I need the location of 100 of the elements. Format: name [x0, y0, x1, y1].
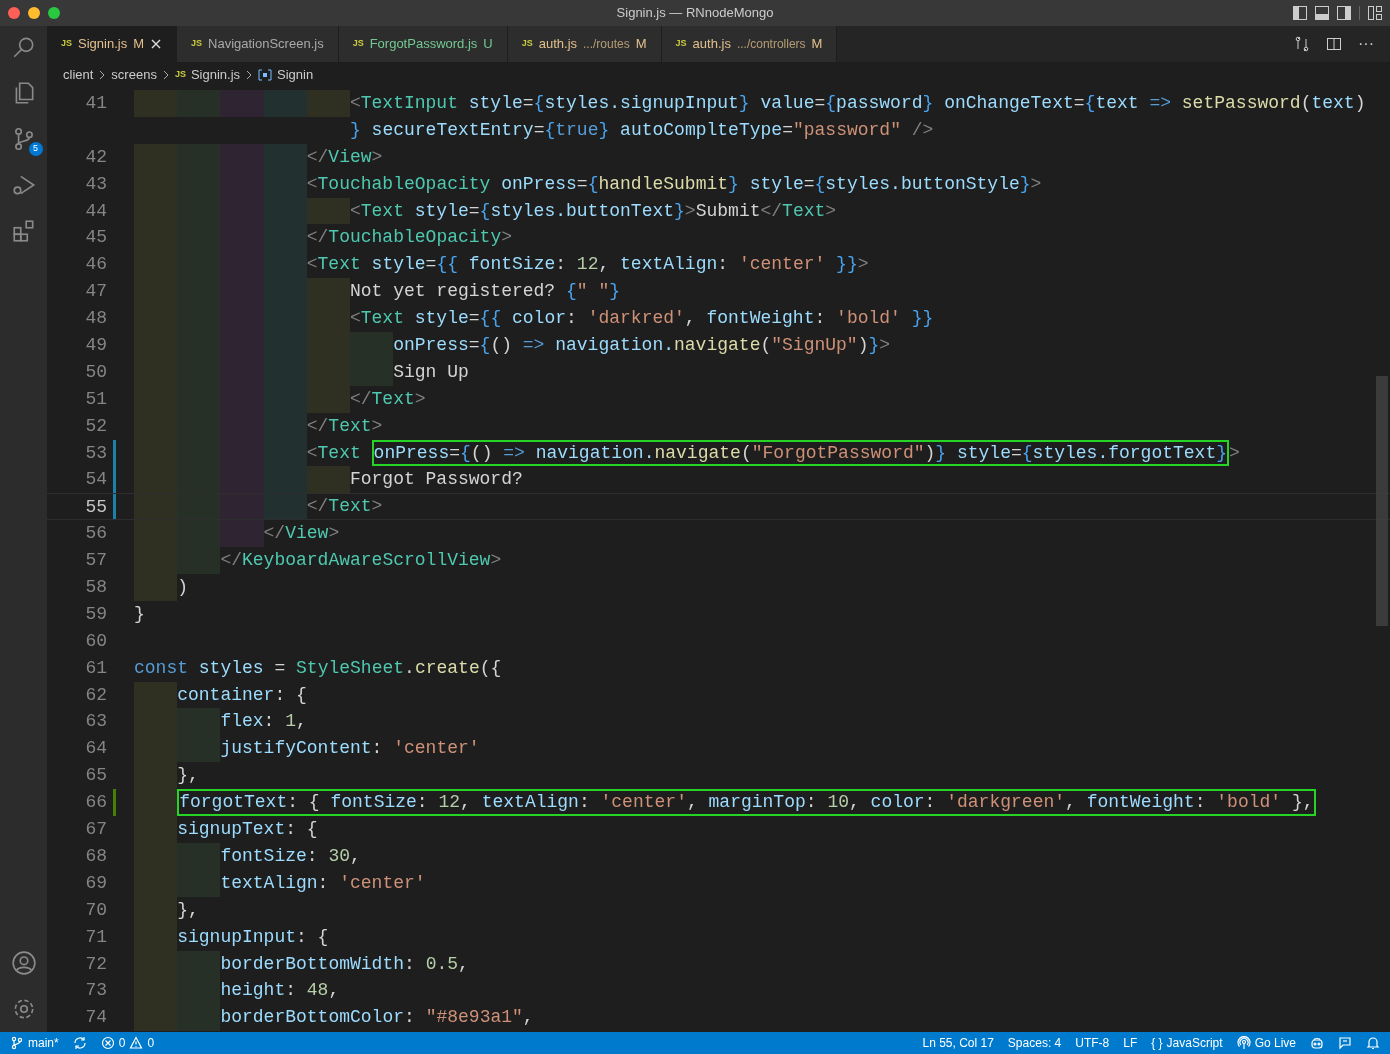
- code-text: Forgot Password?: [349, 468, 523, 492]
- code-text: container: {: [177, 683, 307, 707]
- error-count[interactable]: 0: [118, 1034, 126, 1052]
- code-text: ): [177, 576, 188, 600]
- code-text: } secureTextEntry={true} autoComplteType="password" />: [350, 118, 934, 142]
- code-text: <TouchableOpacity onPress={handleSubmit} style={styles.buttonStyle}>: [306, 172, 1042, 196]
- git-status-label: U: [483, 35, 493, 54]
- breadcrumb-item[interactable]: Signin.js: [190, 65, 241, 85]
- tab-path: .../routes: [583, 36, 630, 53]
- line-number: 41: [85, 93, 107, 113]
- toggle-sidebar-icon[interactable]: [1293, 6, 1307, 20]
- line-number: 45: [85, 227, 107, 248]
- minimize-window-button[interactable]: [28, 7, 40, 19]
- indentation-setting[interactable]: Spaces: 4: [1007, 1034, 1062, 1052]
- line-number: 60: [85, 630, 107, 651]
- close-icon[interactable]: [150, 38, 162, 50]
- git-status-label: M: [635, 35, 647, 54]
- js-file-icon: JS: [191, 37, 202, 51]
- editor-tab[interactable]: JS auth.js .../routes M: [507, 26, 662, 62]
- feedback-icon: [1338, 1036, 1352, 1050]
- breadcrumb-item[interactable]: client: [63, 65, 94, 85]
- more-actions-button[interactable]: ···: [1358, 32, 1374, 56]
- line-number: 55: [85, 497, 107, 518]
- code-text: Sign Up: [393, 360, 469, 384]
- breadcrumb-item[interactable]: Signin: [277, 65, 314, 85]
- editor-tab[interactable]: JS Signin.js M: [47, 26, 177, 62]
- copilot-icon: [1310, 1036, 1324, 1050]
- line-number: 58: [85, 577, 107, 598]
- code-text: Not yet registered? {" "}: [349, 280, 620, 304]
- notification-badge: 5: [28, 142, 43, 156]
- sync-icon: [72, 1036, 87, 1050]
- error-icon: [100, 1036, 115, 1050]
- close-window-button[interactable]: [8, 7, 20, 19]
- scrollbar-thumb[interactable]: [1376, 376, 1388, 626]
- highlighted-code: onPress={() => navigation.navigate("ForgotPassword")} style={styles.forgotText}: [373, 441, 1228, 465]
- branch-name[interactable]: main*: [28, 1034, 59, 1052]
- account-icon[interactable]: [10, 950, 37, 976]
- breadcrumb-item[interactable]: screens: [111, 65, 157, 85]
- code-text: </Text>: [306, 414, 383, 438]
- js-file-icon: JS: [521, 37, 533, 51]
- tab-label: ForgotPassword.js: [369, 35, 478, 54]
- code-text: },: [177, 898, 199, 922]
- chevron-icon: [161, 70, 170, 80]
- code-text: <Text: [306, 441, 362, 465]
- maximize-window-button[interactable]: [48, 7, 60, 19]
- branch-icon: [10, 1036, 24, 1050]
- layout-icon[interactable]: [1368, 6, 1382, 20]
- symbol-icon: [258, 69, 273, 81]
- code-text: const styles = StyleSheet.create({: [134, 656, 502, 680]
- tab-label: Signin.js: [78, 35, 128, 54]
- toggle-panel-icon[interactable]: [1315, 6, 1329, 20]
- cursor-position[interactable]: Ln 55, Col 17: [922, 1034, 994, 1052]
- code-text: <TextInput style={styles.signupInput} value={password} onChangeText={text => setPassword(text): [349, 92, 1366, 115]
- line-number: 56: [85, 523, 107, 544]
- code-text: borderBottomColor: "#8e93a1",: [220, 1006, 534, 1030]
- line-number: 67: [85, 819, 107, 840]
- line-number: 54: [85, 469, 107, 490]
- line-number: 71: [85, 926, 107, 947]
- line-number: 66: [85, 792, 107, 813]
- tab-label: NavigationScreen.js: [208, 35, 324, 54]
- go-live-button[interactable]: Go Live: [1254, 1034, 1296, 1052]
- line-number: 46: [85, 254, 107, 275]
- line-number: 59: [85, 603, 107, 624]
- code-text: </TouchableOpacity>: [306, 226, 512, 250]
- code-text: height: 48,: [220, 979, 340, 1003]
- line-number: 53: [85, 442, 107, 463]
- code-text: },: [177, 764, 199, 788]
- code-text: </Text>: [349, 387, 426, 411]
- code-text: fontSize: 30,: [220, 844, 361, 868]
- code-text: >: [1229, 441, 1240, 465]
- bell-icon: [1366, 1036, 1380, 1050]
- line-number: 64: [85, 738, 107, 759]
- encoding-label[interactable]: UTF-8: [1075, 1034, 1110, 1052]
- language-mode[interactable]: JavaScript: [1166, 1034, 1223, 1052]
- highlighted-code: forgotText: { fontSize: 12, textAlign: 'center', marginTop: 10, color: 'darkgreen', fontWeight: 'bold' },: [179, 791, 1314, 815]
- code-text: signupInput: {: [177, 925, 329, 949]
- line-number: 48: [85, 308, 107, 329]
- language-icon: { }: [1151, 1034, 1163, 1052]
- editor-tab[interactable]: JS ForgotPassword.js U: [338, 26, 508, 62]
- line-number: 52: [85, 415, 107, 436]
- line-number: 50: [85, 361, 107, 382]
- code-text: flex: 1,: [220, 710, 307, 734]
- code-text: onPress={() => navigation.navigate("SignUp")}>: [393, 334, 891, 357]
- code-text: </Text>: [306, 495, 383, 519]
- compare-changes-icon[interactable]: [1294, 36, 1310, 52]
- code-text: <Text style={styles.buttonText}>Submit</Text>: [349, 199, 837, 223]
- line-ending-label[interactable]: LF: [1123, 1034, 1138, 1052]
- line-number: 49: [85, 335, 107, 355]
- line-number: 42: [85, 146, 107, 167]
- js-file-icon: JS: [61, 37, 72, 51]
- line-number: 72: [85, 953, 107, 974]
- tab-label: auth.js: [692, 35, 731, 54]
- warning-count[interactable]: 0: [147, 1034, 155, 1052]
- code-text: justifyContent: 'center': [220, 737, 480, 761]
- code-text: </View>: [306, 145, 383, 169]
- editor-tab[interactable]: JS NavigationScreen.js: [177, 26, 339, 62]
- split-editor-icon[interactable]: [1326, 36, 1342, 52]
- line-number: 62: [85, 684, 107, 705]
- toggle-secondary-sidebar-icon[interactable]: [1337, 6, 1351, 20]
- editor-tab[interactable]: JS auth.js .../controllers M: [661, 26, 838, 62]
